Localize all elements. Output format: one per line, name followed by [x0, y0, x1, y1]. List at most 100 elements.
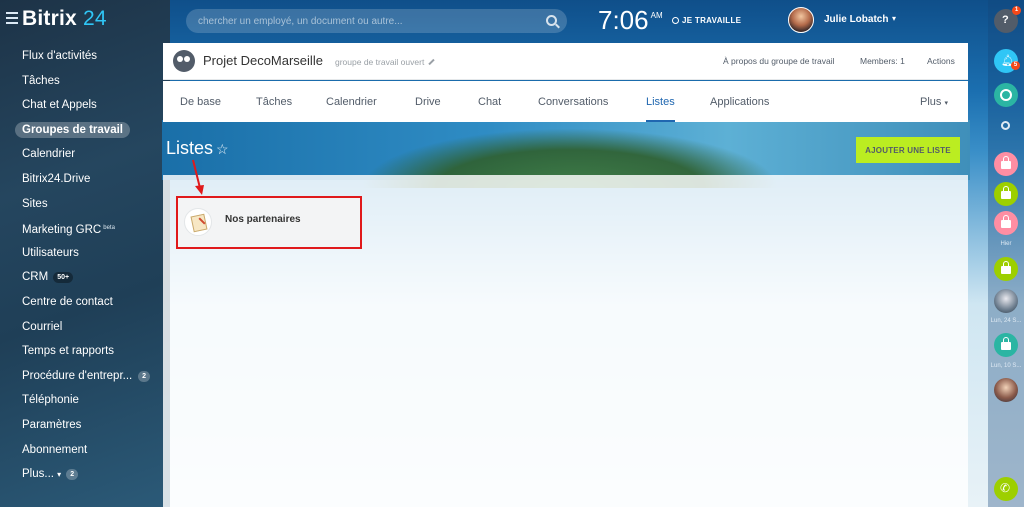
members-link[interactable]: Members: 1 [860, 56, 905, 66]
about-group-link[interactable]: À propos du groupe de travail [723, 56, 835, 66]
tab-conversations[interactable]: Conversations [538, 81, 608, 122]
sidebar-item-flux[interactable]: Flux d'activités [0, 44, 162, 69]
menu-icon[interactable] [6, 12, 18, 24]
phone-icon: ✆ [1000, 481, 1011, 495]
sidebar-item-label: Flux d'activités [22, 50, 98, 62]
chat-button[interactable] [994, 83, 1018, 107]
sidebar-item-label: Plus... [22, 468, 54, 481]
sidebar-item-label: Calendrier [22, 148, 76, 161]
tab-plus-label: Plus [920, 96, 942, 108]
user-avatar[interactable] [788, 7, 814, 33]
sidebar-item-taches[interactable]: Tâches [0, 69, 162, 94]
dock-search-button[interactable] [994, 115, 1018, 139]
search-input[interactable] [186, 9, 567, 33]
sidebar-item-parametres[interactable]: Paramètres [0, 413, 162, 438]
left-sidebar: Flux d'activités Tâches Chat et Appels G… [0, 44, 162, 487]
clock[interactable]: 7:06 AM [598, 5, 663, 36]
tab-drive[interactable]: Drive [415, 81, 441, 122]
notifications-badge: 5 [1011, 61, 1020, 70]
work-status[interactable]: JE TRAVAILLE [672, 16, 741, 25]
recent-chat-5[interactable] [994, 333, 1018, 357]
recent-chat-3[interactable] [994, 211, 1018, 235]
count-badge: 2 [66, 469, 79, 481]
chevron-down-icon[interactable]: ▾ [892, 14, 896, 23]
sidebar-item-groupes[interactable]: Groupes de travail [0, 118, 162, 143]
sidebar-item-sites[interactable]: Sites [0, 192, 162, 217]
annotation-arrow-icon [192, 159, 204, 195]
sidebar-item-contact[interactable]: Centre de contact [0, 290, 162, 315]
chevron-down-icon: ▾ [57, 470, 62, 480]
user-name[interactable]: Julie Lobatch [824, 14, 888, 25]
logo-number: 24 [82, 7, 107, 30]
recent-chat-1[interactable] [994, 152, 1018, 176]
page-title: Listes [166, 138, 214, 158]
sidebar-item-label: Centre de contact [22, 295, 113, 308]
count-badge: 2 [138, 370, 150, 382]
dock-date-label: Hier [1000, 241, 1012, 247]
help-button[interactable]: ? 1 [994, 6, 1021, 33]
tab-listes[interactable]: Listes [646, 81, 675, 122]
sidebar-item-label: Tâches [22, 74, 60, 87]
sidebar-item-procedure[interactable]: Procédure d'entrepr... 2 [0, 364, 162, 389]
group-type-label: groupe de travail ouvert [335, 57, 425, 67]
status-dot-icon [672, 17, 679, 24]
dock-date-label: Lun, 24 S... [990, 318, 1022, 324]
chevron-down-icon: ▾ [944, 100, 948, 107]
tab-chat[interactable]: Chat [478, 81, 501, 122]
sidebar-item-label: Temps et rapports [22, 345, 115, 358]
sidebar-item-plus[interactable]: Plus... ▾ 2 [0, 462, 162, 487]
call-button[interactable]: ✆ [994, 477, 1018, 501]
dock-date-label: Lun, 10 S... [990, 363, 1022, 369]
top-header: Bitrix 24 7:06AM JE TRAVAILLE Julie Loba… [0, 0, 988, 40]
list-item-label: Nos partenaires [225, 214, 301, 225]
help-badge: 1 [1012, 6, 1021, 15]
tab-plus[interactable]: Plus ▾ [920, 81, 948, 122]
group-avatar-icon[interactable] [173, 50, 195, 72]
sidebar-item-label: Abonnement [22, 443, 88, 456]
sidebar-item-calendrier[interactable]: Calendrier [0, 142, 162, 167]
sidebar-item-temps[interactable]: Temps et rapports [0, 339, 162, 364]
lock-icon [1001, 261, 1011, 274]
recent-chat-4[interactable] [994, 257, 1018, 281]
sidebar-item-marketing[interactable]: Marketing GRC beta [0, 216, 162, 241]
lock-icon [1001, 215, 1011, 228]
chat-icon [1000, 89, 1012, 101]
lock-icon [1001, 156, 1011, 169]
tab-calendrier[interactable]: Calendrier [326, 81, 377, 122]
list-item[interactable]: Nos partenaires [176, 196, 362, 249]
sidebar-item-utilisateurs[interactable]: Utilisateurs [0, 241, 162, 266]
sidebar-item-telephonie[interactable]: Téléphonie [0, 388, 162, 413]
clock-ampm: AM [650, 11, 663, 20]
sidebar-item-label: Marketing GRC [22, 224, 102, 237]
sidebar-item-label: Bitrix24.Drive [22, 172, 91, 185]
clock-time: 7:06 [598, 5, 649, 35]
tab-taches[interactable]: Tâches [256, 81, 292, 122]
add-list-button[interactable]: AJOUTER UNE LISTE [856, 137, 960, 163]
sidebar-item-label: Procédure d'entrepr... [22, 369, 133, 382]
sidebar-item-label: Utilisateurs [22, 246, 79, 259]
notifications-button[interactable]: 🔔︎ 5 [994, 49, 1020, 73]
pencil-icon[interactable] [428, 58, 435, 66]
sidebar-item-crm[interactable]: CRM 50+ [0, 265, 162, 290]
bitrix-logo[interactable]: Bitrix 24 [22, 7, 107, 31]
user-avatar[interactable] [994, 289, 1018, 313]
work-status-label: JE TRAVAILLE [682, 16, 742, 25]
sidebar-item-courriel[interactable]: Courriel [0, 315, 162, 340]
user-avatar[interactable] [994, 378, 1018, 402]
sidebar-item-chat[interactable]: Chat et Appels [0, 93, 162, 118]
right-dock: ? 1 🔔︎ 5 Hier Lun, 24 S... Lun, 10 S... … [988, 0, 1024, 507]
search-icon[interactable] [546, 15, 557, 26]
sidebar-item-label: Courriel [22, 320, 63, 333]
sidebar-item-label: CRM [22, 271, 49, 284]
sidebar-item-drive[interactable]: Bitrix24.Drive [0, 167, 162, 192]
star-icon[interactable]: ☆ [216, 141, 229, 158]
actions-link[interactable]: Actions [927, 56, 955, 66]
sidebar-item-abonnement[interactable]: Abonnement [0, 438, 162, 463]
recent-chat-2[interactable] [994, 182, 1018, 206]
sidebar-item-label: Groupes de travail [15, 121, 130, 138]
group-title[interactable]: Projet DecoMarseille [203, 53, 323, 68]
sidebar-item-label: Téléphonie [22, 394, 79, 407]
tab-applications[interactable]: Applications [710, 81, 769, 122]
tab-de-base[interactable]: De base [180, 81, 221, 122]
notepad-icon [184, 208, 212, 236]
